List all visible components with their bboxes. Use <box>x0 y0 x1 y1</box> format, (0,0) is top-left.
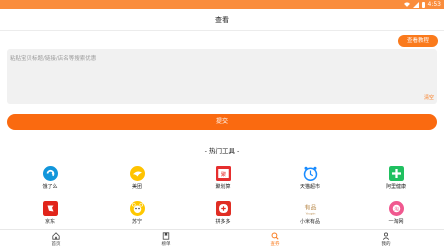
pinduoduo-icon <box>215 201 231 216</box>
tool-label: 一淘网 <box>388 219 404 225</box>
tool-label: 天猫超市 <box>299 184 320 190</box>
search-input[interactable]: 粘贴宝贝标题/链接/店名等搜索优惠 清空 <box>7 49 437 104</box>
nav-item-home[interactable]: 首页 <box>36 232 76 247</box>
tool-tmall-supermarket[interactable]: 天猫超市 <box>280 166 340 190</box>
eleme-icon <box>42 166 58 181</box>
youpin-icon: 有品 Youpin <box>302 201 318 216</box>
tools-section-title: - 热门工具 - <box>204 147 240 155</box>
nav-label: 查券 <box>270 242 280 247</box>
clear-button[interactable]: 清空 <box>424 94 434 101</box>
tool-meituan[interactable]: 美团 <box>107 166 167 190</box>
title-bar: 查看 <box>0 9 444 31</box>
search-input-placeholder: 粘贴宝贝标题/链接/店名等搜索优惠 <box>10 56 97 62</box>
bottom-nav: 首页 榜单 查券 我的 <box>0 229 444 250</box>
tool-label: 苏宁 <box>131 219 142 225</box>
battery-icon <box>421 1 425 8</box>
tool-label: 美团 <box>131 184 142 190</box>
signal-icon <box>412 1 419 8</box>
nav-label: 我的 <box>381 242 391 247</box>
etao-icon: 淘 <box>388 201 404 216</box>
nav-item-profile[interactable]: 我的 <box>366 232 406 247</box>
tutorial-button[interactable]: 查看教程 <box>398 35 438 47</box>
wifi-icon <box>403 2 410 7</box>
tool-pinduoduo[interactable]: 拼多多 <box>193 201 253 225</box>
tool-alihealth[interactable]: 阿里健康 <box>366 166 426 190</box>
bookmark-icon <box>162 232 170 240</box>
tool-label: 京东 <box>44 219 55 225</box>
status-bar: 4:53 <box>0 0 444 9</box>
nav-label: 首页 <box>51 242 61 247</box>
home-icon <box>52 232 60 240</box>
tool-etao[interactable]: 淘 一淘网 <box>366 201 426 225</box>
nav-item-coupon[interactable]: 查券 <box>255 232 295 247</box>
search-icon <box>271 232 279 240</box>
tool-jd[interactable]: 京东 <box>20 201 80 225</box>
jd-icon <box>42 201 58 216</box>
tool-suning[interactable]: 苏宁 <box>107 201 167 225</box>
tool-eleme[interactable]: 饿了么 <box>20 166 80 190</box>
svg-text:有品: 有品 <box>304 203 316 211</box>
tool-juhuasuan[interactable]: 聚 聚划算 <box>193 166 253 190</box>
meituan-icon <box>129 166 145 181</box>
svg-text:Youpin: Youpin <box>305 212 315 216</box>
svg-text:聚: 聚 <box>220 171 226 178</box>
tmall-clock-icon <box>303 166 318 181</box>
tool-label: 聚划算 <box>215 184 231 190</box>
nav-label: 榜单 <box>161 242 171 247</box>
alihealth-icon <box>388 166 404 181</box>
tool-label: 饿了么 <box>42 184 58 190</box>
status-icons: 4:53 <box>403 1 441 8</box>
suning-icon <box>129 201 145 216</box>
juhuasuan-icon: 聚 <box>215 166 231 181</box>
tool-label: 小米有品 <box>299 219 320 225</box>
page-title: 查看 <box>215 16 229 24</box>
tool-xiaomi-youpin[interactable]: 有品 Youpin 小米有品 <box>280 201 340 225</box>
status-time: 4:53 <box>427 1 441 8</box>
nav-item-list[interactable]: 榜单 <box>146 232 186 247</box>
submit-button[interactable]: 提交 <box>7 114 437 130</box>
tool-label: 阿里健康 <box>385 184 406 190</box>
user-icon <box>382 232 390 240</box>
tool-label: 拼多多 <box>215 219 231 225</box>
